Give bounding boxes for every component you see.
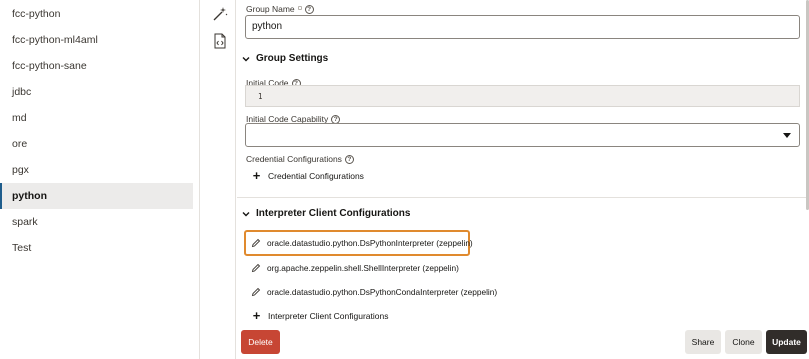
interpreter-client-configurations-header[interactable]: Interpreter Client Configurations xyxy=(242,208,410,219)
interpreter-client-item[interactable]: oracle.datastudio.python.DsPythonCondaIn… xyxy=(251,287,497,297)
sidebar-item-fcc-python-sane[interactable]: fcc-python-sane xyxy=(0,53,193,79)
sidebar-item-fcc-python[interactable]: fcc-python xyxy=(0,1,193,27)
icon-rail xyxy=(200,0,236,359)
share-button[interactable]: Share xyxy=(685,330,721,354)
clone-button[interactable]: Clone xyxy=(725,330,762,354)
group-settings-header[interactable]: Group Settings xyxy=(242,53,328,64)
plus-icon: + xyxy=(252,308,261,323)
pencil-icon xyxy=(251,238,261,248)
sidebar-item-fcc-python-ml4aml[interactable]: fcc-python-ml4aml xyxy=(0,27,193,53)
sidebar-item-ore[interactable]: ore xyxy=(0,131,193,157)
sidebar-item-python[interactable]: python xyxy=(0,183,193,209)
update-button[interactable]: Update xyxy=(766,330,807,354)
plus-icon: + xyxy=(252,168,261,183)
chevron-down-icon xyxy=(242,56,250,61)
group-settings-title: Group Settings xyxy=(256,53,329,64)
interpreter-group-list: fcc-python fcc-python-ml4aml fcc-python-… xyxy=(0,0,200,359)
pencil-icon xyxy=(251,263,261,273)
credential-configurations-label-row: Credential Configurations ? xyxy=(246,154,354,164)
interpreter-client-item[interactable]: org.apache.zeppelin.shell.ShellInterpret… xyxy=(251,263,459,273)
interpreter-group-form: Group Name ? python Group Settings Initi… xyxy=(237,0,809,359)
group-name-input[interactable]: python xyxy=(245,15,800,39)
pencil-icon xyxy=(251,287,261,297)
group-name-label: Group Name xyxy=(246,4,295,14)
section-divider xyxy=(237,197,809,198)
interpreter-client-name: oracle.datastudio.python.DsPythonInterpr… xyxy=(267,238,473,248)
help-icon[interactable]: ? xyxy=(344,154,354,164)
required-indicator xyxy=(297,5,302,10)
sidebar-item-pgx[interactable]: pgx xyxy=(0,157,193,183)
chevron-down-icon xyxy=(242,211,250,216)
interpreter-client-item[interactable]: oracle.datastudio.python.DsPythonInterpr… xyxy=(251,238,473,248)
interpreter-client-name: oracle.datastudio.python.DsPythonCondaIn… xyxy=(267,287,498,297)
add-credential-configuration-label: Credential Configurations xyxy=(268,171,364,181)
add-interpreter-client-label: Interpreter Client Configurations xyxy=(268,311,389,321)
magic-wand-icon[interactable] xyxy=(212,6,228,22)
code-file-icon[interactable] xyxy=(212,33,228,49)
initial-code-editor[interactable]: 1 xyxy=(245,85,800,107)
add-interpreter-client-button[interactable]: + Interpreter Client Configurations xyxy=(252,308,389,323)
dropdown-caret-icon xyxy=(783,133,791,138)
help-icon[interactable]: ? xyxy=(304,4,314,14)
group-name-label-row: Group Name ? xyxy=(246,4,314,14)
sidebar-item-md[interactable]: md xyxy=(0,105,193,131)
sidebar-item-spark[interactable]: spark xyxy=(0,209,193,235)
sidebar-item-jdbc[interactable]: jdbc xyxy=(0,79,193,105)
delete-button[interactable]: Delete xyxy=(241,330,280,354)
interpreter-client-name: org.apache.zeppelin.shell.ShellInterpret… xyxy=(267,263,459,273)
sidebar-item-test[interactable]: Test xyxy=(0,235,193,261)
interpreter-client-configurations-title: Interpreter Client Configurations xyxy=(256,208,411,219)
initial-code-capability-select[interactable] xyxy=(245,123,800,147)
credential-configurations-label: Credential Configurations xyxy=(246,154,342,164)
add-credential-configuration-button[interactable]: + Credential Configurations xyxy=(252,168,364,183)
